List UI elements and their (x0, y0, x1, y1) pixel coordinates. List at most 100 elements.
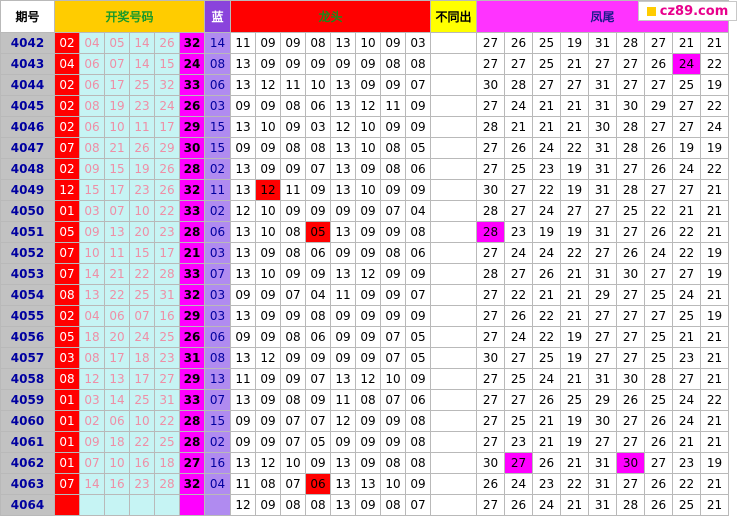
phoenix-cell-5: 31 (588, 137, 617, 159)
phoenix-cell-2: 26 (504, 137, 533, 159)
dragon-cell-6: 09 (355, 347, 381, 369)
phoenix-cell-9: 19 (700, 263, 729, 285)
blue-ball: 15 (204, 137, 231, 159)
table-row: 4050 01 03 07 10 22 33 02 12 10 09 09 09 09 07 04 28 27 24… (0, 200, 729, 222)
not-repeat-cell (430, 32, 477, 54)
red-ball-6: 21 (179, 242, 205, 264)
phoenix-cell-1: 30 (476, 452, 505, 474)
phoenix-cell-2: 27 (504, 263, 533, 285)
red-ball-6: 26 (179, 326, 205, 348)
dragon-cell-1: 13 (230, 263, 256, 285)
red-ball-4: 11 (129, 116, 155, 138)
dragon-cell-6: 10 (355, 116, 381, 138)
dragon-cell-5: 13 (330, 179, 356, 201)
dragon-cell-1: 13 (230, 242, 256, 264)
dragon-cell-7: 09 (380, 179, 406, 201)
phoenix-cell-5: 31 (588, 452, 617, 474)
header-dragon-head: 龙头 (230, 0, 431, 33)
phoenix-cell-9: 21 (700, 326, 729, 348)
red-ball-1: 04 (54, 53, 80, 75)
phoenix-cell-9: 19 (700, 452, 729, 474)
dragon-cell-8: 07 (405, 284, 431, 306)
phoenix-cell-7: 26 (644, 221, 673, 243)
dragon-cell-6: 12 (355, 368, 381, 390)
red-ball-5: 17 (154, 116, 180, 138)
phoenix-cell-5: 31 (588, 179, 617, 201)
dragon-cell-1: 11 (230, 473, 256, 495)
phoenix-cell-9: 24 (700, 116, 729, 138)
dragon-cell-8: 06 (405, 389, 431, 411)
phoenix-cell-6: 30 (616, 452, 645, 474)
not-repeat-cell (430, 452, 477, 474)
phoenix-cell-2: 24 (504, 473, 533, 495)
phoenix-cell-3: 21 (532, 284, 561, 306)
dragon-cell-3: 07 (280, 410, 306, 432)
phoenix-cell-1: 27 (476, 95, 505, 117)
phoenix-cell-6: 27 (616, 410, 645, 432)
blue-ball: 04 (204, 473, 231, 495)
phoenix-cell-7: 26 (644, 473, 673, 495)
phoenix-cell-6: 27 (616, 326, 645, 348)
dragon-cell-1: 13 (230, 158, 256, 180)
phoenix-cell-1: 27 (476, 494, 505, 516)
phoenix-cell-7: 27 (644, 263, 673, 285)
phoenix-cell-1: 27 (476, 326, 505, 348)
dragon-cell-7: 08 (380, 53, 406, 75)
dragon-cell-7: 09 (380, 32, 406, 54)
phoenix-cell-3: 24 (532, 200, 561, 222)
dragon-cell-2: 09 (255, 158, 281, 180)
dragon-cell-4: 07 (305, 368, 331, 390)
dragon-cell-3: 09 (280, 305, 306, 327)
red-ball-4: 14 (129, 32, 155, 54)
dragon-cell-2: 09 (255, 242, 281, 264)
dragon-cell-2: 09 (255, 389, 281, 411)
period-cell: 4042 (0, 32, 55, 54)
phoenix-cell-2: 23 (504, 431, 533, 453)
dragon-cell-8: 09 (405, 305, 431, 327)
red-ball-1: 02 (54, 305, 80, 327)
red-ball-4: 18 (129, 347, 155, 369)
not-repeat-cell (430, 158, 477, 180)
phoenix-cell-7: 24 (644, 242, 673, 264)
phoenix-cell-3: 23 (532, 158, 561, 180)
red-ball-1: 05 (54, 326, 80, 348)
table-row: 4052 07 10 11 15 17 21 03 13 09 08 06 09 09 08 06 27 24 24… (0, 242, 729, 264)
phoenix-cell-3: 23 (532, 473, 561, 495)
phoenix-cell-2: 27 (504, 389, 533, 411)
red-ball-1: 02 (54, 74, 80, 96)
phoenix-cell-3: 24 (532, 242, 561, 264)
dragon-cell-6: 12 (355, 95, 381, 117)
phoenix-cell-5: 31 (588, 74, 617, 96)
phoenix-cell-8: 22 (672, 221, 701, 243)
phoenix-cell-2: 22 (504, 284, 533, 306)
phoenix-cell-5: 27 (588, 326, 617, 348)
dragon-cell-2: 09 (255, 53, 281, 75)
phoenix-cell-1: 27 (476, 32, 505, 54)
lottery-grid: 期号 开奖号码 蓝 龙头 不同出 凤尾 4042 02 04 05 14 26 32 14 11… (0, 0, 729, 516)
phoenix-cell-9: 21 (700, 473, 729, 495)
dragon-cell-7: 10 (380, 473, 406, 495)
not-repeat-cell (430, 473, 477, 495)
site-logo[interactable]: cz89.com (638, 1, 737, 21)
red-ball-1: 07 (54, 473, 80, 495)
logo-square-icon (646, 6, 656, 16)
red-ball-1: 07 (54, 242, 80, 264)
not-repeat-cell (430, 305, 477, 327)
red-ball-2: 04 (79, 305, 105, 327)
phoenix-cell-3: 27 (532, 74, 561, 96)
red-ball-4: 25 (129, 284, 155, 306)
red-ball-4: 25 (129, 389, 155, 411)
table-row: 4045 02 08 19 23 24 26 03 09 09 08 06 13 12 11 09 27 24 21… (0, 95, 729, 117)
red-ball-3: 07 (104, 53, 130, 75)
dragon-cell-5: 13 (330, 473, 356, 495)
dragon-cell-6: 13 (355, 473, 381, 495)
phoenix-cell-7: 27 (644, 116, 673, 138)
phoenix-cell-9: 21 (700, 32, 729, 54)
blue-ball: 15 (204, 410, 231, 432)
red-ball-3: 14 (104, 389, 130, 411)
phoenix-cell-6: 28 (616, 116, 645, 138)
red-ball-2: 14 (79, 263, 105, 285)
dragon-cell-3: 09 (280, 53, 306, 75)
red-ball-3: 22 (104, 284, 130, 306)
red-ball-2: 12 (79, 368, 105, 390)
